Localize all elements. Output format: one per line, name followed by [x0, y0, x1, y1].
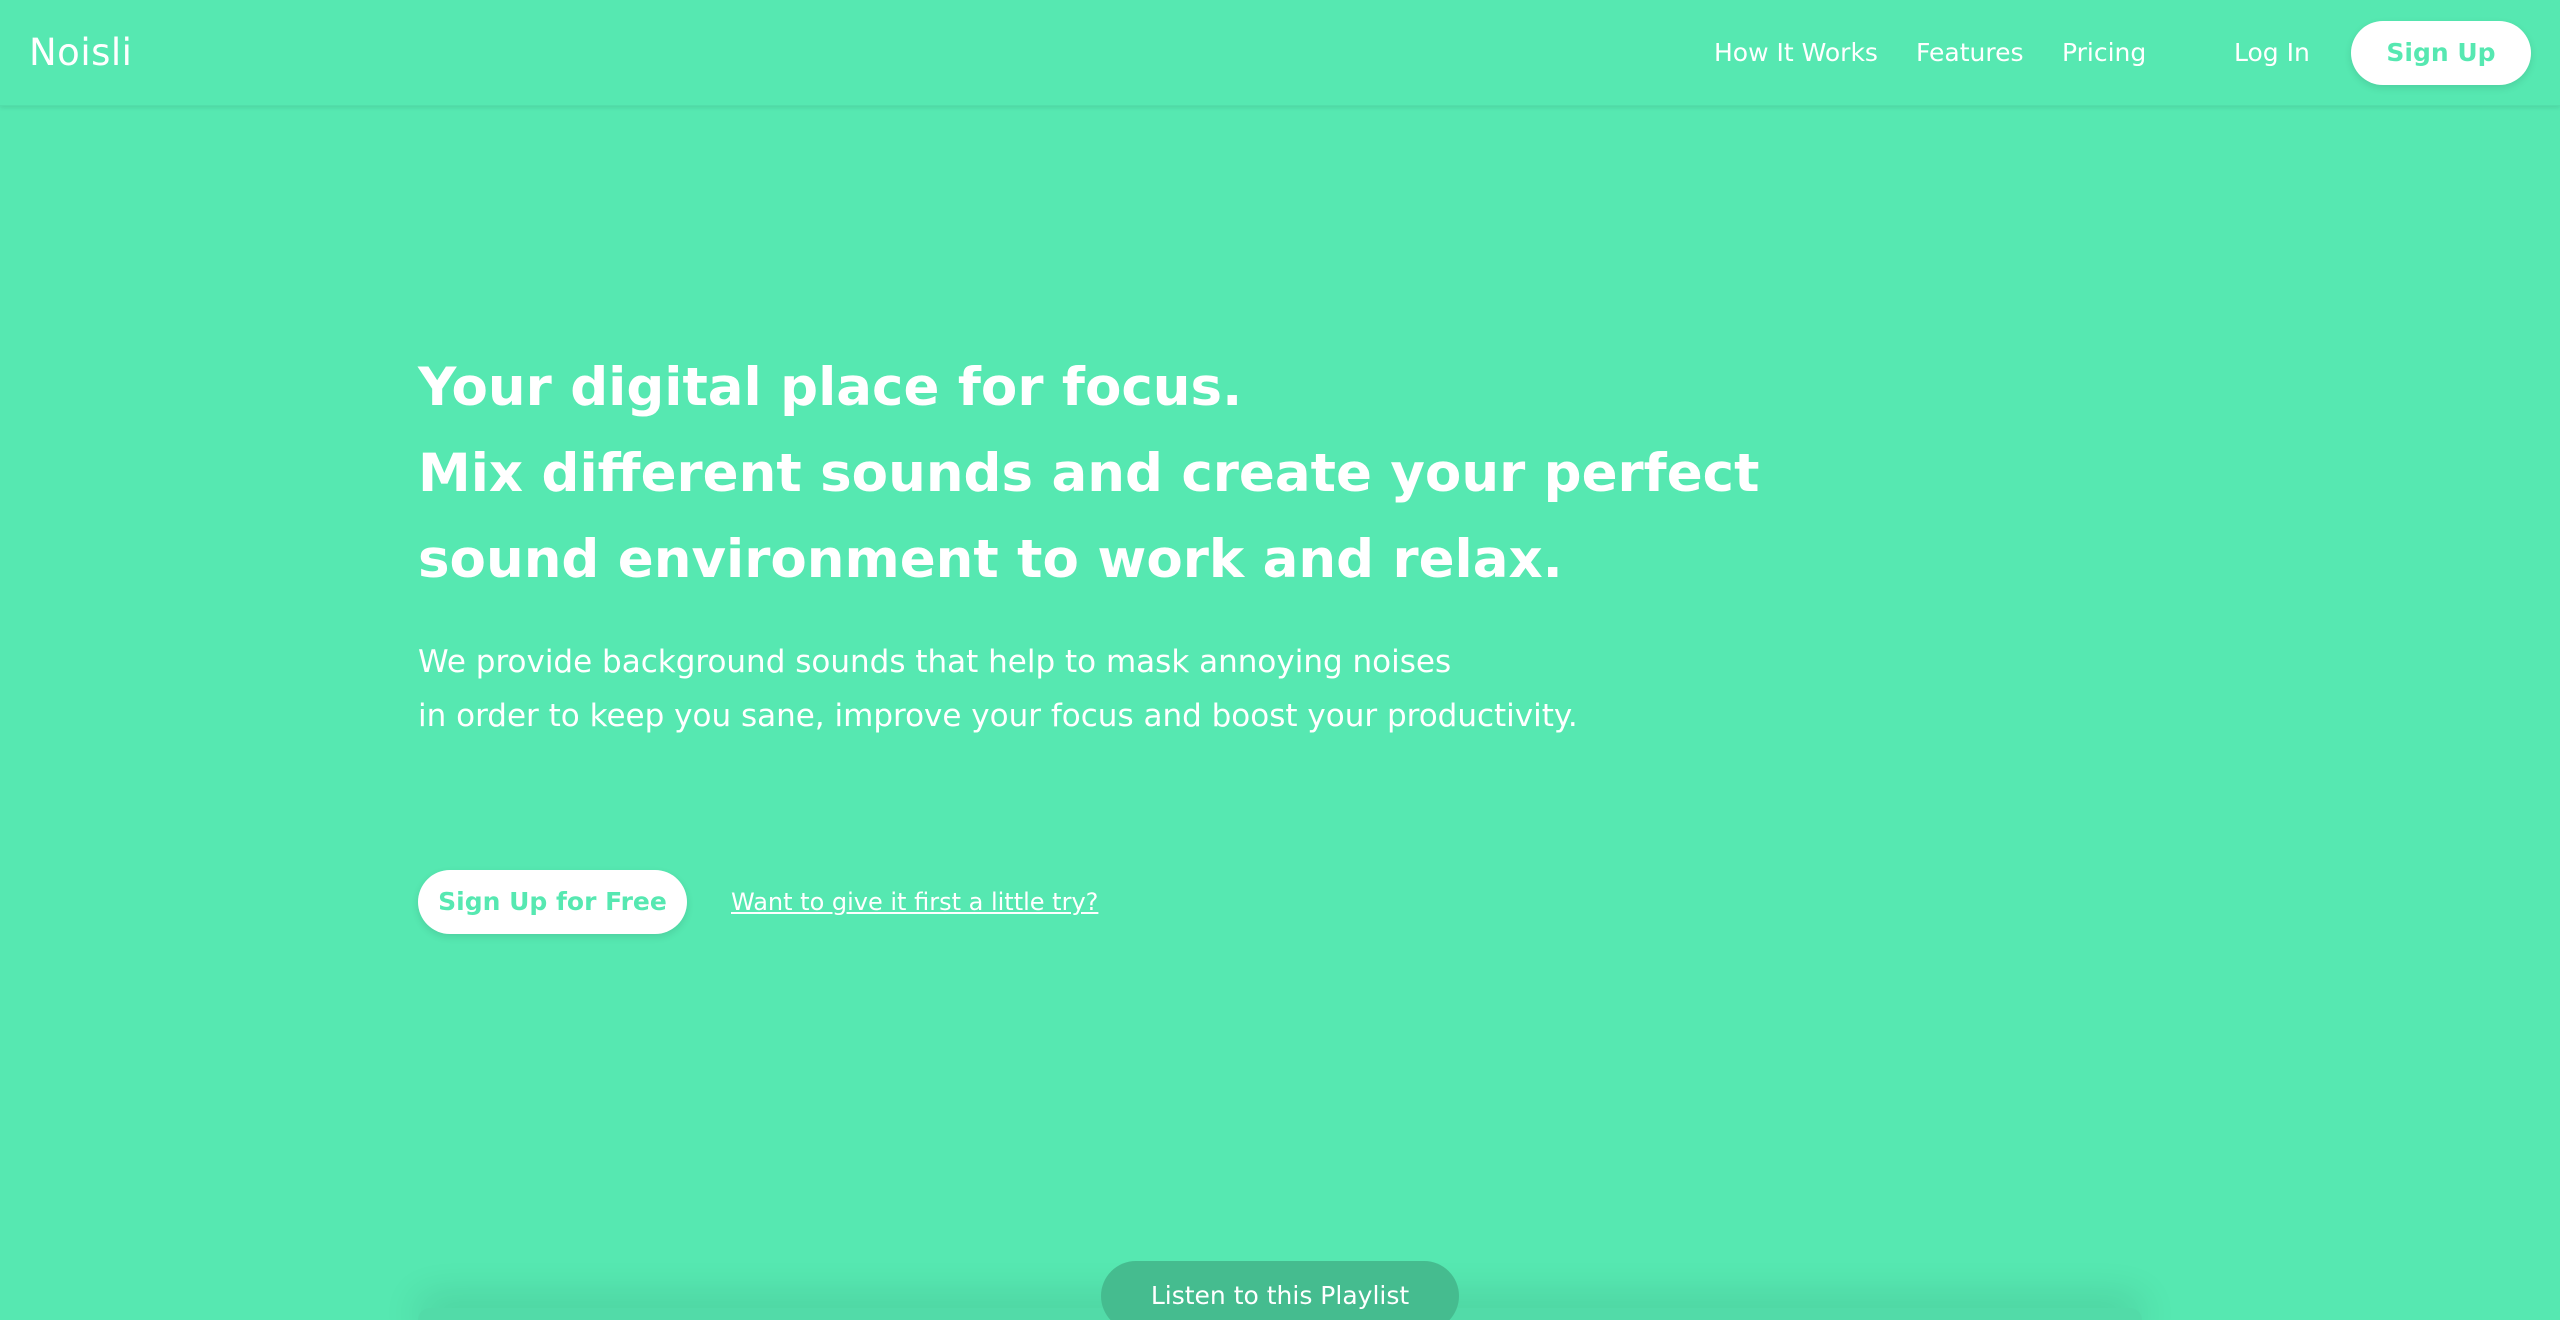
nav-how-it-works[interactable]: How It Works [1714, 36, 1878, 70]
nav-features[interactable]: Features [1916, 36, 2024, 70]
hero-subtitle-line: in order to keep you sane, improve your … [418, 698, 1578, 734]
listen-to-playlist-button[interactable]: Listen to this Playlist [1101, 1261, 1459, 1320]
top-navigation-bar: Noisli How It Works Features Pricing Log… [0, 0, 2560, 106]
nav-log-in[interactable]: Log In [2234, 36, 2310, 70]
hero-subtitle-line: We provide background sounds that help t… [418, 644, 1452, 680]
try-it-first-link[interactable]: Want to give it first a little try? [731, 885, 1098, 919]
hero-title: Your digital place for focus. Mix differ… [418, 345, 1760, 603]
hero-title-line: Your digital place for focus. [418, 357, 1243, 418]
noisli-logo[interactable]: Noisli [29, 28, 132, 78]
hero-section: Your digital place for focus. Mix differ… [418, 345, 1760, 743]
sign-up-button[interactable]: Sign Up [2351, 21, 2531, 85]
hero-title-line: Mix different sounds and create your per… [418, 443, 1760, 504]
nav-pricing[interactable]: Pricing [2062, 36, 2146, 70]
hero-title-line: sound environment to work and relax. [418, 529, 1563, 590]
sign-up-for-free-button[interactable]: Sign Up for Free [418, 870, 687, 934]
hero-subtitle: We provide background sounds that help t… [418, 635, 1718, 743]
